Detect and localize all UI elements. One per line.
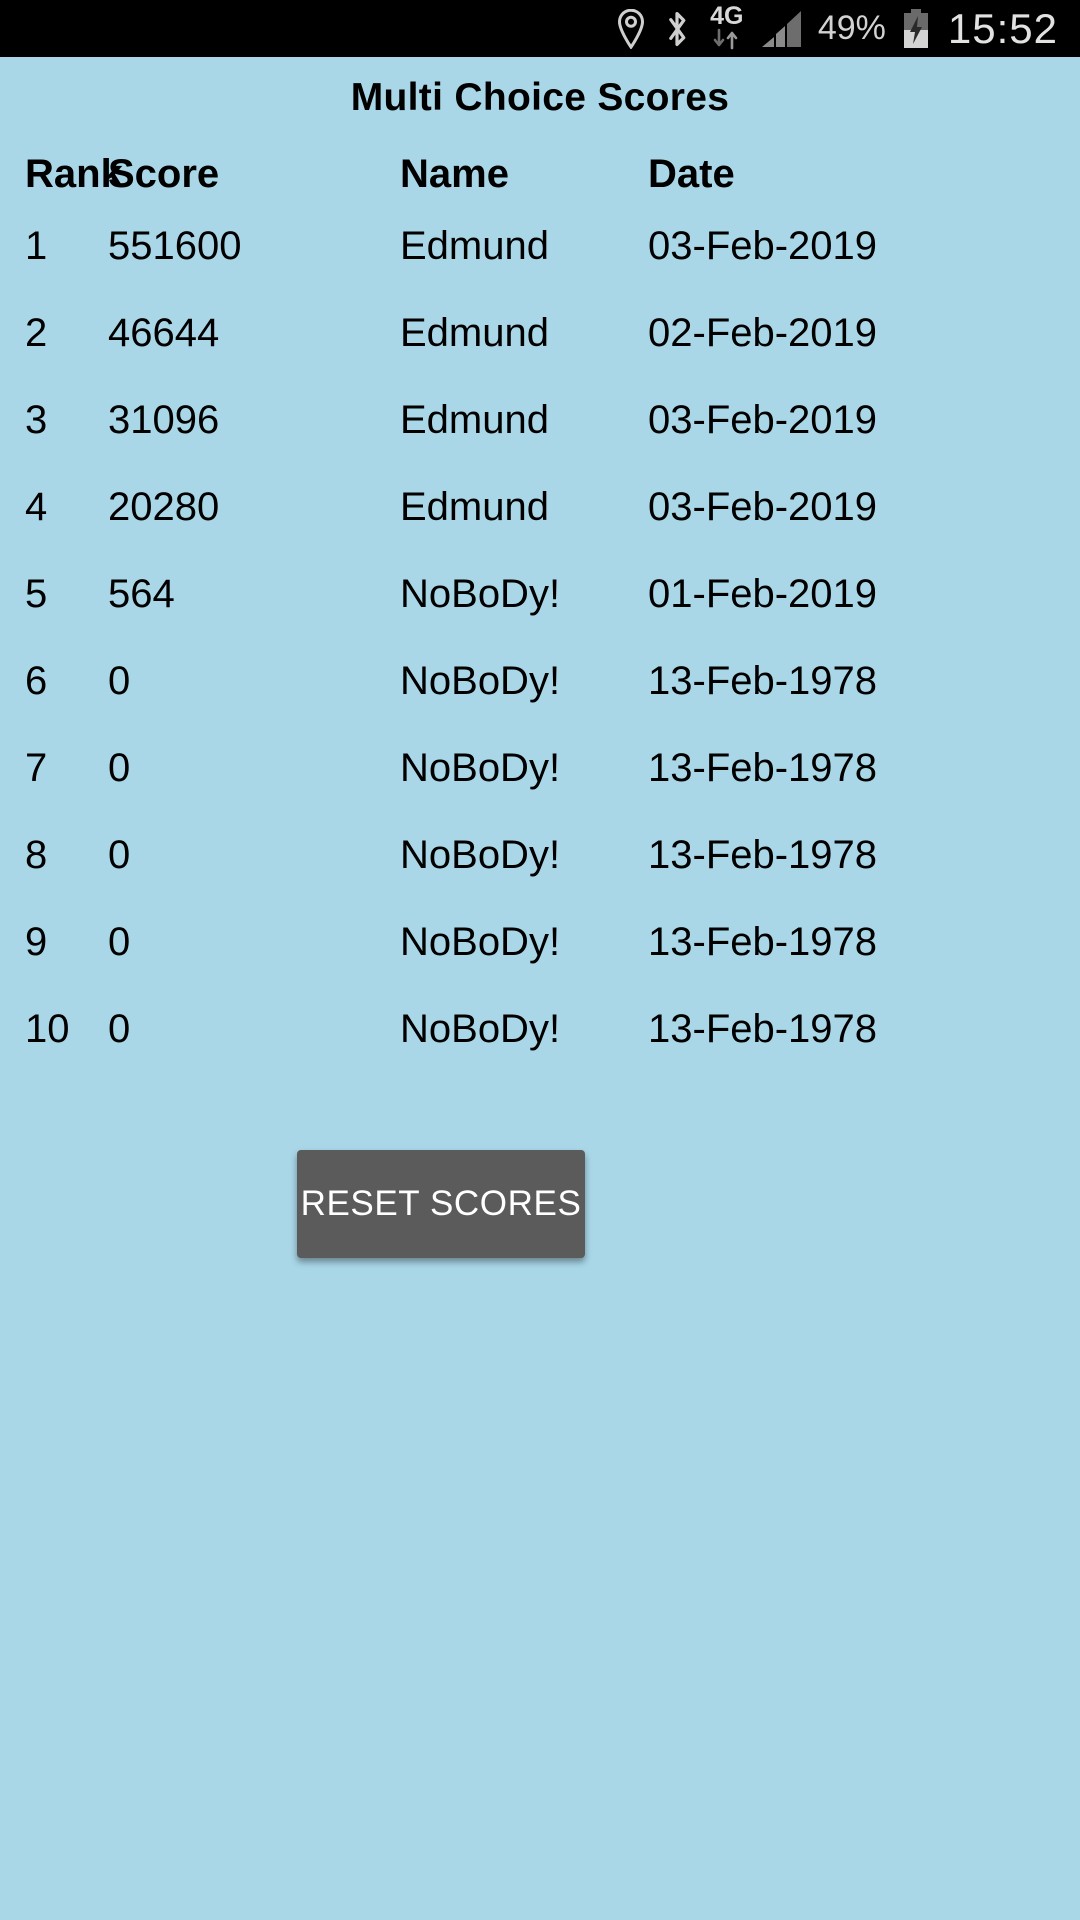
table-header-row: Rank Score Name Date: [0, 140, 1080, 212]
cell-date: 01-Feb-2019: [648, 572, 878, 616]
network-type-label: 4G: [710, 1, 744, 30]
cell-rank: 5: [25, 572, 48, 616]
table-row: 6 0 NoBoDy! 13-Feb-1978: [0, 647, 1080, 734]
table-row: 10 0 NoBoDy! 13-Feb-1978: [0, 995, 1080, 1082]
table-row: 8 0 NoBoDy! 13-Feb-1978: [0, 821, 1080, 908]
data-transfer-arrows-icon: [710, 28, 744, 54]
column-header-name: Name: [400, 152, 509, 196]
battery-charging-icon: [902, 8, 930, 50]
cell-date: 13-Feb-1978: [648, 659, 878, 703]
cell-score: 0: [108, 1007, 131, 1051]
status-bar-clock: 15:52: [947, 4, 1058, 52]
cell-date: 03-Feb-2019: [648, 398, 878, 442]
table-row: 2 46644 Edmund 02-Feb-2019: [0, 299, 1080, 386]
cell-rank: 8: [25, 833, 48, 877]
app-content: Multi Choice Scores Rank Score Name Date…: [0, 57, 1080, 1920]
cell-name: NoBoDy!: [400, 920, 561, 964]
cell-date: 02-Feb-2019: [648, 311, 878, 355]
cell-name: NoBoDy!: [400, 1007, 561, 1051]
cell-score: 551600: [108, 224, 242, 268]
cell-date: 03-Feb-2019: [648, 485, 878, 529]
table-row: 1 551600 Edmund 03-Feb-2019: [0, 212, 1080, 299]
column-header-score: Score: [108, 152, 220, 196]
cell-score: 0: [108, 920, 131, 964]
cell-date: 13-Feb-1978: [648, 920, 878, 964]
cell-score: 564: [108, 572, 175, 616]
cell-rank: 2: [25, 311, 48, 355]
signal-bars-icon: [760, 9, 804, 49]
cell-score: 0: [108, 746, 131, 790]
table-row: 7 0 NoBoDy! 13-Feb-1978: [0, 734, 1080, 821]
cell-name: Edmund: [400, 485, 549, 529]
cell-score: 0: [108, 833, 131, 877]
cell-name: NoBoDy!: [400, 746, 561, 790]
cell-date: 13-Feb-1978: [648, 1007, 878, 1051]
reset-scores-button[interactable]: RESET SCORES: [297, 1150, 585, 1258]
cell-rank: 10: [25, 1007, 70, 1051]
column-header-date: Date: [648, 152, 735, 196]
bluetooth-icon: [662, 8, 692, 50]
cell-date: 13-Feb-1978: [648, 833, 878, 877]
cell-date: 13-Feb-1978: [648, 746, 878, 790]
table-row: 5 564 NoBoDy! 01-Feb-2019: [0, 560, 1080, 647]
table-row: 4 20280 Edmund 03-Feb-2019: [0, 473, 1080, 560]
page-title: Multi Choice Scores: [350, 76, 730, 119]
status-bar[interactable]: 4G 49% 15:52: [0, 0, 1080, 57]
cell-name: NoBoDy!: [400, 572, 561, 616]
table-row: 3 31096 Edmund 03-Feb-2019: [0, 386, 1080, 473]
cell-score: 46644: [108, 311, 220, 355]
battery-percent-label: 49%: [817, 9, 886, 47]
mobile-data-4g-icon: 4G: [710, 1, 744, 54]
cell-rank: 3: [25, 398, 48, 442]
cell-name: Edmund: [400, 311, 549, 355]
cell-date: 03-Feb-2019: [648, 224, 878, 268]
cell-name: Edmund: [400, 224, 549, 268]
cell-rank: 4: [25, 485, 48, 529]
cell-rank: 9: [25, 920, 48, 964]
table-row: 9 0 NoBoDy! 13-Feb-1978: [0, 908, 1080, 995]
cell-name: NoBoDy!: [400, 659, 561, 703]
cell-name: NoBoDy!: [400, 833, 561, 877]
cell-score: 31096: [108, 398, 220, 442]
cell-name: Edmund: [400, 398, 549, 442]
location-pin-icon: [616, 8, 646, 49]
cell-score: 20280: [108, 485, 220, 529]
cell-rank: 7: [25, 746, 48, 790]
cell-score: 0: [108, 659, 131, 703]
scores-table: Rank Score Name Date 1 551600 Edmund 03-…: [0, 140, 1080, 1082]
cell-rank: 6: [25, 659, 48, 703]
cell-rank: 1: [25, 224, 48, 268]
